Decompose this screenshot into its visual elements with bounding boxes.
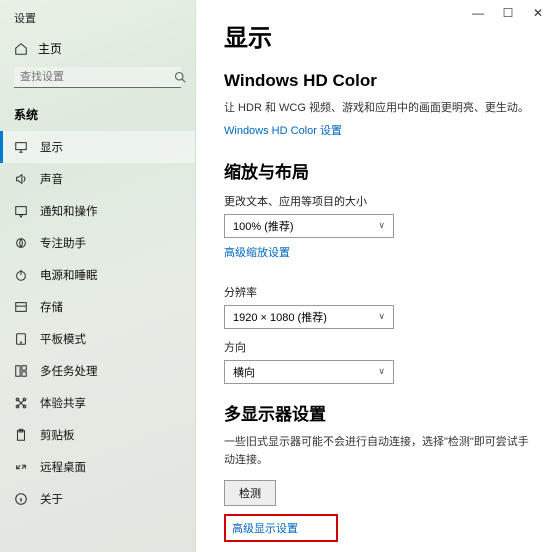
nav-item-notify[interactable]: 通知和操作 (0, 195, 195, 227)
nav-item-clipboard[interactable]: 剪贴板 (0, 419, 195, 451)
nav-item-sound[interactable]: 声音 (0, 163, 195, 195)
orientation-value: 横向 (233, 364, 255, 380)
nav-label: 多任务处理 (40, 363, 98, 379)
about-icon (14, 492, 28, 506)
home-label: 主页 (38, 40, 62, 57)
sidebar-category: 系统 (0, 100, 195, 131)
close-button[interactable]: ✕ (532, 6, 544, 20)
home-nav[interactable]: 主页 (14, 34, 195, 67)
main-content: — ☐ ✕ 显示 Windows HD Color 让 HDR 和 WCG 视频… (196, 0, 554, 552)
chevron-down-icon: ∨ (378, 366, 385, 377)
hdcolor-desc: 让 HDR 和 WCG 视频、游戏和应用中的画面更明亮、更生动。 (224, 99, 532, 118)
nav-item-display[interactable]: 显示 (0, 131, 195, 163)
focus-icon (14, 236, 28, 250)
nav-item-about[interactable]: 关于 (0, 483, 195, 515)
tablet-icon (14, 332, 28, 346)
display-icon (14, 140, 28, 154)
nav-label: 关于 (40, 491, 63, 507)
nav-label: 通知和操作 (40, 203, 98, 219)
nav-label: 显示 (40, 139, 63, 155)
nav-list: 显示声音通知和操作专注助手电源和睡眠存储平板模式多任务处理体验共享剪贴板远程桌面… (0, 131, 195, 515)
search-box[interactable] (14, 67, 181, 88)
nav-label: 存储 (40, 299, 63, 315)
scale-heading: 缩放与布局 (224, 158, 532, 183)
nav-item-power[interactable]: 电源和睡眠 (0, 259, 195, 291)
hdcolor-heading: Windows HD Color (224, 71, 532, 91)
window-controls: — ☐ ✕ (472, 6, 544, 20)
maximize-button[interactable]: ☐ (502, 6, 514, 20)
orientation-select[interactable]: 横向 ∨ (224, 360, 394, 384)
hdcolor-link[interactable]: Windows HD Color 设置 (224, 122, 342, 138)
sidebar: 设置 主页 系统 显示声音通知和操作专注助手电源和睡眠存储平板模式多任务处理体验… (0, 0, 196, 552)
advanced-display-link[interactable]: 高级显示设置 (232, 520, 298, 536)
nav-item-multitask[interactable]: 多任务处理 (0, 355, 195, 387)
app-name: 设置 (14, 10, 195, 26)
text-size-value: 100% (推荐) (233, 218, 294, 234)
chevron-down-icon: ∨ (378, 220, 385, 231)
clipboard-icon (14, 428, 28, 442)
notify-icon (14, 204, 28, 218)
remote-icon (14, 460, 28, 474)
advanced-scaling-link[interactable]: 高级缩放设置 (224, 244, 290, 260)
nav-item-share[interactable]: 体验共享 (0, 387, 195, 419)
text-size-label: 更改文本、应用等项目的大小 (224, 193, 532, 209)
share-icon (14, 396, 28, 410)
chevron-down-icon: ∨ (378, 311, 385, 322)
search-input[interactable] (14, 67, 168, 87)
resolution-label: 分辨率 (224, 284, 532, 300)
nav-label: 远程桌面 (40, 459, 86, 475)
nav-label: 声音 (40, 171, 63, 187)
power-icon (14, 268, 28, 282)
search-icon (168, 71, 192, 83)
text-size-select[interactable]: 100% (推荐) ∨ (224, 214, 394, 238)
page-title: 显示 (224, 18, 532, 53)
nav-label: 体验共享 (40, 395, 86, 411)
nav-label: 电源和睡眠 (40, 267, 98, 283)
nav-item-tablet[interactable]: 平板模式 (0, 323, 195, 355)
resolution-value: 1920 × 1080 (推荐) (233, 309, 327, 325)
storage-icon (14, 300, 28, 314)
nav-item-remote[interactable]: 远程桌面 (0, 451, 195, 483)
multitask-icon (14, 364, 28, 378)
minimize-button[interactable]: — (472, 6, 484, 20)
home-icon (14, 42, 28, 56)
orientation-label: 方向 (224, 339, 532, 355)
sound-icon (14, 172, 28, 186)
nav-item-storage[interactable]: 存储 (0, 291, 195, 323)
detect-button[interactable]: 检测 (224, 480, 276, 506)
multi-heading: 多显示器设置 (224, 400, 532, 425)
multi-desc: 一些旧式显示器可能不会进行自动连接，选择"检测"即可尝试手动连接。 (224, 433, 532, 470)
nav-label: 专注助手 (40, 235, 86, 251)
nav-label: 剪贴板 (40, 427, 75, 443)
nav-item-focus[interactable]: 专注助手 (0, 227, 195, 259)
highlighted-link-box: 高级显示设置 (224, 514, 338, 542)
nav-label: 平板模式 (40, 331, 86, 347)
resolution-select[interactable]: 1920 × 1080 (推荐) ∨ (224, 305, 394, 329)
